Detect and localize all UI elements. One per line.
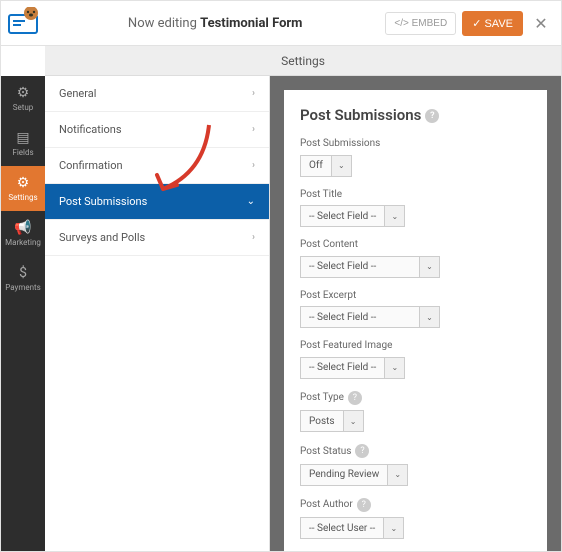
menu-item-notifications[interactable]: Notifications› bbox=[45, 112, 269, 148]
field-label: Post Status? bbox=[300, 444, 531, 458]
field-row: Post Title -- Select Field --⌄ bbox=[300, 189, 531, 228]
menu-item-post-submissions[interactable]: Post Submissions⌄ bbox=[45, 184, 269, 220]
sidebar-item-settings[interactable]: ⚙Settings bbox=[1, 166, 45, 211]
chevron-right-icon: › bbox=[252, 232, 255, 243]
save-button[interactable]: ✓ SAVE bbox=[462, 11, 523, 36]
sidebar-item-payments[interactable]: $Payments bbox=[1, 256, 45, 301]
help-icon[interactable]: ? bbox=[348, 391, 362, 405]
sliders-icon: ⚙ bbox=[17, 175, 30, 191]
field-label: Post Featured Image bbox=[300, 340, 531, 351]
field-label: Post Content bbox=[300, 239, 531, 250]
field-select[interactable]: -- Select Field --⌄ bbox=[300, 256, 440, 278]
sidebar-item-marketing[interactable]: 📢Marketing bbox=[1, 211, 45, 256]
help-icon[interactable]: ? bbox=[425, 109, 439, 123]
chevron-down-icon: ⌄ bbox=[385, 357, 405, 379]
sidebar: ⚙Setup ▤Fields ⚙Settings 📢Marketing $Pay… bbox=[1, 76, 45, 551]
field-label: Post Submissions bbox=[300, 138, 531, 149]
dollar-icon: $ bbox=[19, 265, 27, 281]
field-row: Post Type? Posts⌄ bbox=[300, 391, 531, 433]
panel-title: Post Submissions? bbox=[300, 106, 531, 124]
field-select[interactable]: Pending Review⌄ bbox=[300, 464, 408, 486]
chevron-down-icon: ⌄ bbox=[332, 155, 352, 177]
chevron-down-icon: ⌄ bbox=[344, 410, 364, 432]
chevron-down-icon: ⌄ bbox=[385, 205, 405, 227]
field-row: Post Author? -- Select User --⌄ bbox=[300, 498, 531, 540]
field-label: Post Author? bbox=[300, 498, 531, 512]
chevron-down-icon: ⌄ bbox=[388, 464, 408, 486]
logo bbox=[1, 1, 45, 46]
chevron-right-icon: › bbox=[252, 160, 255, 171]
bullhorn-icon: 📢 bbox=[14, 220, 31, 236]
settings-menu: General› Notifications› Confirmation› Po… bbox=[45, 76, 270, 551]
help-icon[interactable]: ? bbox=[355, 444, 369, 458]
chevron-down-icon: ⌄ bbox=[384, 517, 404, 539]
field-row: Post Submissions Off⌄ bbox=[300, 138, 531, 177]
field-select[interactable]: Posts⌄ bbox=[300, 410, 364, 432]
header: Now editing Testimonial Form </> EMBED ✓… bbox=[1, 1, 561, 46]
list-icon: ▤ bbox=[16, 130, 29, 146]
field-select[interactable]: Off⌄ bbox=[300, 155, 352, 177]
field-select[interactable]: -- Select Field --⌄ bbox=[300, 306, 440, 328]
page-title: Now editing Testimonial Form bbox=[45, 16, 385, 31]
chevron-down-icon: ⌄ bbox=[420, 306, 440, 328]
field-row: Post Excerpt -- Select Field --⌄ bbox=[300, 290, 531, 329]
chevron-down-icon: ⌄ bbox=[247, 196, 255, 207]
sidebar-item-setup[interactable]: ⚙Setup bbox=[1, 76, 45, 121]
field-label: Post Title bbox=[300, 189, 531, 200]
field-row: Post Featured Image -- Select Field --⌄ bbox=[300, 340, 531, 379]
embed-button[interactable]: </> EMBED bbox=[385, 12, 456, 35]
field-row: Post Content -- Select Field --⌄ bbox=[300, 239, 531, 278]
help-icon[interactable]: ? bbox=[357, 498, 371, 512]
menu-item-confirmation[interactable]: Confirmation› bbox=[45, 148, 269, 184]
menu-item-surveys-polls[interactable]: Surveys and Polls› bbox=[45, 220, 269, 256]
field-label: Post Excerpt bbox=[300, 290, 531, 301]
field-select[interactable]: -- Select User --⌄ bbox=[300, 517, 404, 539]
menu-item-general[interactable]: General› bbox=[45, 76, 269, 112]
gear-icon: ⚙ bbox=[17, 85, 30, 101]
chevron-right-icon: › bbox=[252, 88, 255, 99]
chevron-right-icon: › bbox=[252, 124, 255, 135]
sidebar-item-fields[interactable]: ▤Fields bbox=[1, 121, 45, 166]
chevron-down-icon: ⌄ bbox=[420, 256, 440, 278]
field-select[interactable]: -- Select Field --⌄ bbox=[300, 205, 405, 227]
subheader: Settings bbox=[45, 46, 561, 76]
panel-area: Post Submissions? Post SubmissionsOff⌄Po… bbox=[270, 76, 561, 551]
field-row: Post Status? Pending Review⌄ bbox=[300, 444, 531, 486]
field-label: Post Type? bbox=[300, 391, 531, 405]
field-select[interactable]: -- Select Field --⌄ bbox=[300, 357, 405, 379]
close-icon[interactable]: ✕ bbox=[529, 14, 553, 33]
